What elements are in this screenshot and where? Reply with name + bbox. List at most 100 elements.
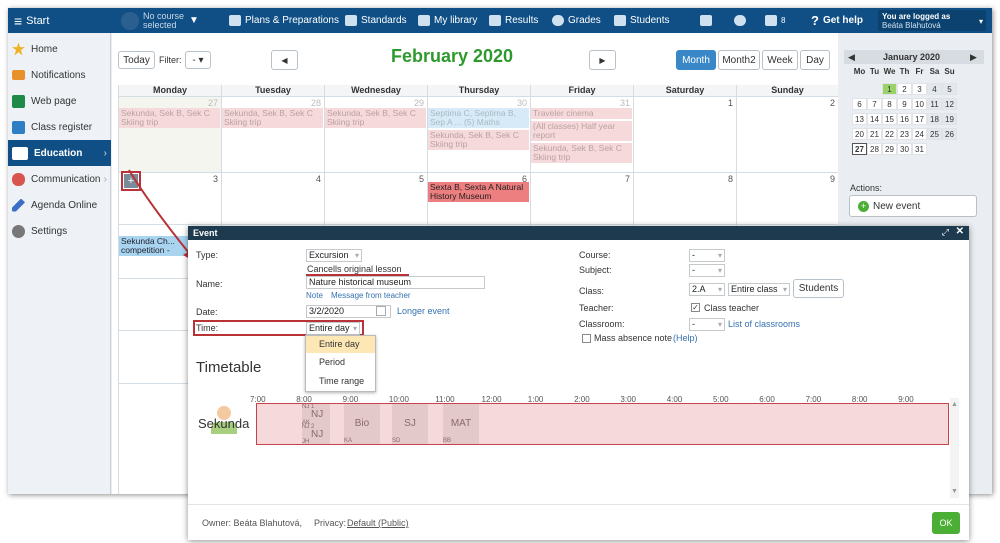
minical-next[interactable]: ▶ <box>970 52 977 63</box>
time-select[interactable]: Entire day <box>306 322 360 335</box>
nav-plans[interactable]: Plans & Preparations <box>229 8 339 33</box>
scroll-up-icon[interactable]: ▲ <box>951 401 958 408</box>
calendar-event[interactable]: Sekunda, Sek B, Sek C Skiing trip <box>222 108 323 128</box>
calendar-event[interactable]: Sekunda, Sek B, Sek C Skiing trip <box>325 108 426 128</box>
today-button[interactable]: Today <box>118 51 155 69</box>
minical-day[interactable]: 23 <box>897 128 912 140</box>
calendar-event[interactable]: Sexta B, Sexta A Natural History Museum <box>428 182 529 202</box>
help-link[interactable]: ? Get help <box>811 8 863 33</box>
minical-day[interactable]: 31 <box>912 143 927 155</box>
minical-day[interactable]: 6 <box>852 98 867 110</box>
class-scope-select[interactable]: Entire class <box>728 283 790 296</box>
filter-select[interactable]: - ▾ <box>185 51 211 69</box>
minical-day[interactable]: 12 <box>942 98 957 110</box>
day-cell[interactable]: 2 <box>736 96 838 172</box>
minical-day[interactable]: 29 <box>882 143 897 155</box>
mass-absence-checkbox[interactable] <box>582 334 591 343</box>
time-option[interactable]: Time range <box>306 372 375 391</box>
user-menu[interactable]: You are logged as Beáta Blahutová ▾ <box>878 10 986 31</box>
minical-day[interactable]: 3 <box>912 83 927 95</box>
minical-day[interactable]: 5 <box>942 83 957 95</box>
calendar-event[interactable]: Traveler cinema <box>531 108 632 119</box>
students-button[interactable]: Students <box>793 279 844 298</box>
sidebar-item-home[interactable]: Home <box>8 36 111 62</box>
minical-day[interactable]: 16 <box>897 113 912 125</box>
chat-top-button[interactable] <box>734 8 746 33</box>
type-select[interactable]: Excursion <box>306 249 362 262</box>
view-week-button[interactable]: Week <box>762 50 798 70</box>
time-option[interactable]: Entire day <box>306 336 375 353</box>
minical-day[interactable]: 1 <box>882 83 897 95</box>
sidebar-item-communication[interactable]: Communication › <box>8 166 111 192</box>
day-cell[interactable]: 7 <box>530 172 633 224</box>
timetable-lesson[interactable]: MAT BB <box>443 404 479 444</box>
minical-day[interactable]: 26 <box>942 128 957 140</box>
sidebar-item-agenda[interactable]: Agenda Online <box>8 192 111 218</box>
view-month2-button[interactable]: Month2 <box>718 50 760 70</box>
calendar-event[interactable]: (All classes) Half year report <box>531 121 632 141</box>
nav-students[interactable]: Students <box>614 8 669 33</box>
ok-button[interactable]: OK <box>932 512 960 534</box>
nav-grades[interactable]: Grades <box>552 8 601 33</box>
calendar-icon[interactable] <box>376 306 386 316</box>
calendar-event[interactable]: Sekunda, Sek B, Sek C Skiing trip <box>428 130 529 150</box>
name-input[interactable]: Nature historical museum <box>306 276 485 289</box>
minical-day[interactable]: 21 <box>867 128 882 140</box>
class-teacher-checkbox[interactable]: ✓ <box>691 303 700 312</box>
course-selector[interactable]: No course selected ▼ <box>121 8 199 33</box>
minical-day[interactable]: 25 <box>927 128 942 140</box>
calendar-event[interactable]: Sekunda, Sek B, Sek C Skiing trip <box>119 108 220 128</box>
privacy-link[interactable]: Default (Public) <box>347 518 409 528</box>
minical-prev[interactable]: ◀ <box>848 52 855 63</box>
minical-day[interactable]: 27 <box>852 143 867 155</box>
minical-day[interactable]: 2 <box>897 83 912 95</box>
sidebar-item-education[interactable]: Education › <box>8 140 111 166</box>
timetable-scrollbar[interactable]: ▲ ▼ <box>950 398 959 498</box>
start-menu[interactable]: ≡ Start <box>14 8 49 33</box>
minical-day[interactable]: 15 <box>882 113 897 125</box>
minical-day[interactable]: 8 <box>882 98 897 110</box>
mail-top-button[interactable]: 8 <box>765 8 785 33</box>
view-month-button[interactable]: Month <box>676 50 716 70</box>
minical-day[interactable]: 28 <box>867 143 882 155</box>
message-link[interactable]: Message from teacher <box>331 291 411 300</box>
longer-event-link[interactable]: Longer event <box>397 306 450 316</box>
calendar-event[interactable]: Septima C, Septima B, Sep A ... (5) Math… <box>428 108 529 128</box>
day-cell[interactable]: 1 <box>633 96 736 172</box>
help-link[interactable]: (Help) <box>673 333 698 343</box>
expand-icon[interactable]: ⤢ <box>942 227 949 238</box>
minical-day[interactable]: 14 <box>867 113 882 125</box>
cancels-lesson[interactable]: Cancells original lesson <box>307 264 402 274</box>
new-event-button[interactable]: + New event <box>849 195 977 217</box>
close-icon[interactable]: ✕ <box>956 226 964 237</box>
scroll-down-icon[interactable]: ▼ <box>951 488 958 495</box>
subject-select[interactable]: - <box>689 264 725 277</box>
day-cell[interactable]: 9 <box>736 172 838 224</box>
timetable-lesson[interactable]: SJ SD <box>392 404 428 444</box>
add-event-button[interactable]: + <box>124 174 138 188</box>
calendar-event[interactable]: Sekunda, Sek B, Sek C Skiing trip <box>531 143 632 163</box>
sidebar-item-web-page[interactable]: Web page <box>8 88 111 114</box>
list-classrooms-link[interactable]: List of classrooms <box>728 319 800 329</box>
minical-day[interactable]: 17 <box>912 113 927 125</box>
timetable-lesson[interactable]: NJ 2 NJ JH <box>302 424 330 445</box>
next-month-button[interactable]: ▶ <box>589 50 616 70</box>
nav-results[interactable]: Results <box>489 8 538 33</box>
day-cell[interactable]: 4 <box>221 172 324 224</box>
minical-day[interactable]: 9 <box>897 98 912 110</box>
minical-day[interactable]: 4 <box>927 83 942 95</box>
course-select[interactable]: - <box>689 249 725 262</box>
classroom-select[interactable]: - <box>689 318 725 331</box>
nav-standards[interactable]: Standards <box>345 8 407 33</box>
calendar-top-button[interactable] <box>700 8 712 33</box>
minical-day[interactable]: 24 <box>912 128 927 140</box>
minical-day[interactable]: 22 <box>882 128 897 140</box>
note-link[interactable]: Note <box>306 291 323 300</box>
minical-day[interactable]: 10 <box>912 98 927 110</box>
minical-day[interactable]: 7 <box>867 98 882 110</box>
minical-day[interactable]: 30 <box>897 143 912 155</box>
timetable-lesson[interactable]: Bio KA <box>344 404 380 444</box>
minical-day[interactable]: 18 <box>927 113 942 125</box>
sidebar-item-settings[interactable]: Settings <box>8 218 111 244</box>
class-select[interactable]: 2.A <box>689 283 725 296</box>
